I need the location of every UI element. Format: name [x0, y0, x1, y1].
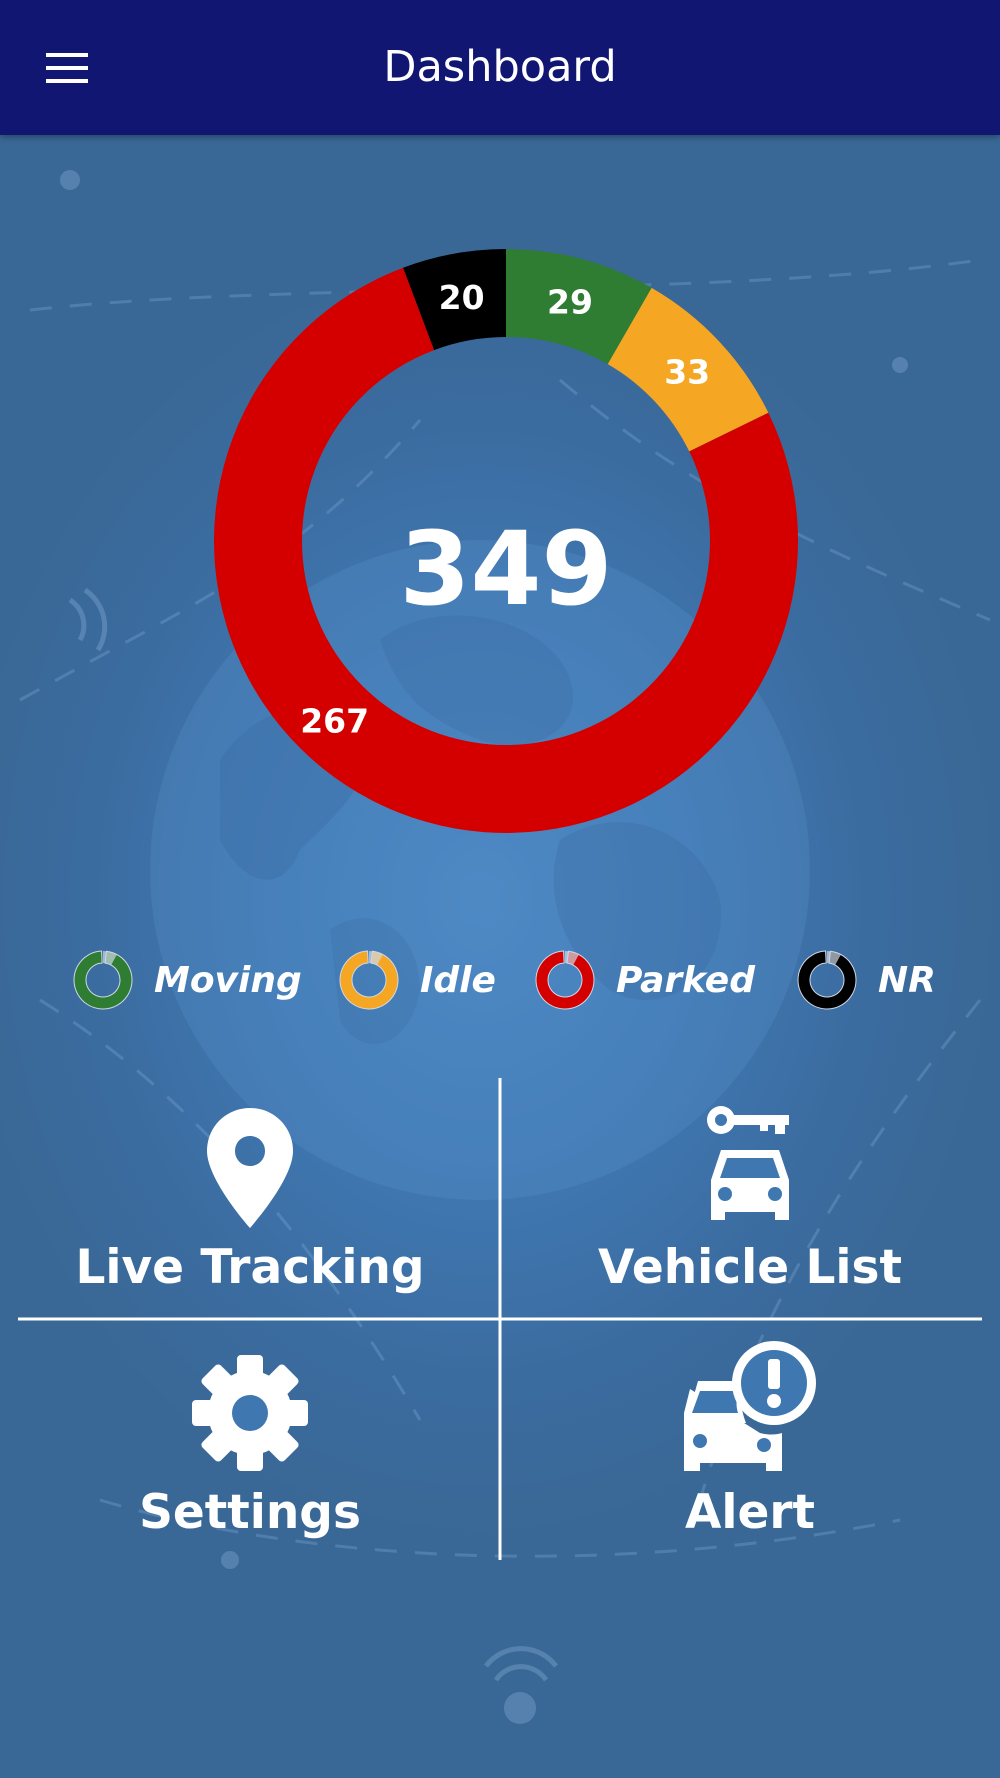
legend-item-nr[interactable]: NR [796, 940, 936, 1020]
page-title: Dashboard [383, 42, 617, 92]
settings-label: Settings [139, 1485, 361, 1540]
live-tracking-label: Live Tracking [75, 1240, 425, 1295]
donut-label-nr: 20 [439, 278, 485, 317]
chart-legend: Moving Idle Parked NR [40, 940, 980, 1020]
alert-label: Alert [684, 1485, 815, 1540]
donut-label-idle: 33 [664, 353, 710, 392]
legend-label-parked: Parked [616, 959, 755, 1001]
legend-label-moving: Moving [154, 959, 302, 1001]
moving-donut-icon [73, 950, 133, 1010]
vehicle-status-chart: 29 33 267 20 349 [0, 135, 1000, 875]
vehicle-list-tile[interactable]: Vehicle List [510, 1080, 990, 1320]
idle-donut-icon [339, 950, 399, 1010]
total-vehicles-count: 349 [399, 510, 613, 629]
nr-donut-icon [797, 950, 857, 1010]
map-pin-icon [207, 1108, 293, 1228]
alert-tile[interactable]: Alert [510, 1325, 990, 1565]
app-bar: Dashboard [0, 0, 1000, 135]
donut-label-parked: 267 [300, 701, 369, 740]
menu-button[interactable] [30, 38, 105, 98]
car-key-icon [707, 1106, 789, 1220]
legend-item-idle[interactable]: Idle [338, 940, 496, 1020]
legend-item-moving[interactable]: Moving [72, 940, 302, 1020]
settings-tile[interactable]: Settings [10, 1325, 490, 1565]
legend-label-nr: NR [878, 959, 936, 1001]
donut-label-moving: 29 [547, 282, 593, 321]
parked-donut-icon [535, 950, 595, 1010]
vehicle-list-label: Vehicle List [598, 1240, 902, 1295]
legend-item-parked[interactable]: Parked [534, 940, 755, 1020]
gear-icon [192, 1355, 308, 1471]
car-alert-icon [684, 1341, 816, 1471]
hamburger-menu-icon [45, 53, 88, 83]
live-tracking-tile[interactable]: Live Tracking [10, 1080, 490, 1320]
legend-label-idle: Idle [420, 959, 496, 1001]
